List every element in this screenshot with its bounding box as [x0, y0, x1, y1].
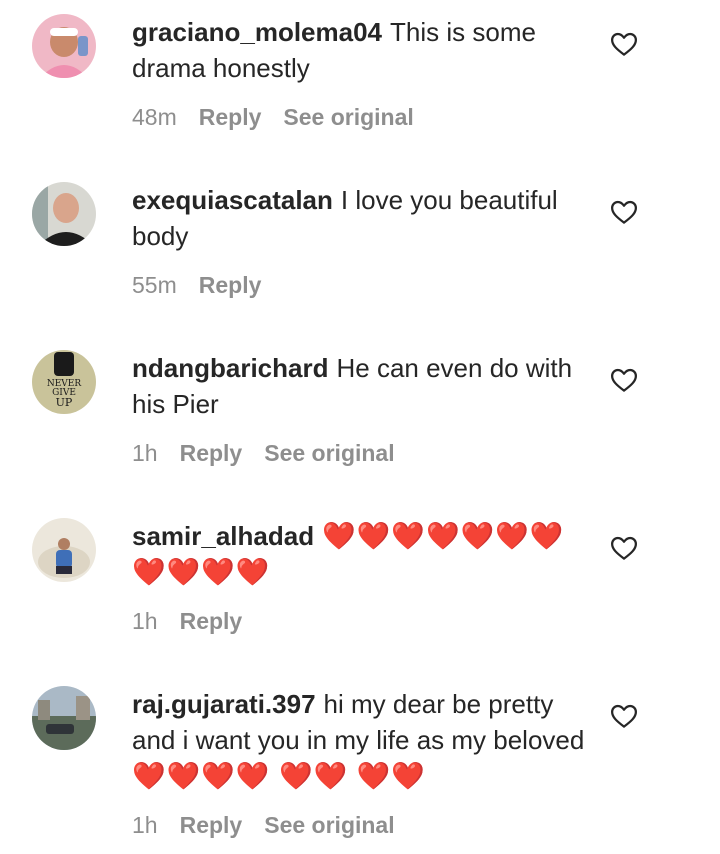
see-original-button[interactable]: See original [264, 812, 394, 838]
user-avatar-icon[interactable] [32, 182, 96, 246]
comment-text: raj.gujarati.397 hi my dear be pretty and… [132, 686, 592, 794]
username[interactable]: graciano_molema04 [132, 17, 382, 47]
see-original-button[interactable]: See original [283, 104, 413, 130]
heart-outline-icon[interactable] [609, 701, 639, 731]
comment-meta: 1h Reply See original [132, 438, 417, 468]
comment-text: ndangbarichard He can even do with his Pi… [132, 350, 592, 422]
heart-outline-icon[interactable] [609, 365, 639, 395]
reply-button[interactable]: Reply [199, 272, 262, 298]
heart-outline-icon[interactable] [609, 29, 639, 59]
comment-meta: 55m Reply [132, 270, 283, 300]
see-original-button[interactable]: See original [264, 440, 394, 466]
username[interactable]: raj.gujarati.397 [132, 689, 316, 719]
avatar-text-line: UP [56, 396, 73, 409]
user-avatar-icon[interactable] [32, 14, 96, 78]
timestamp: 1h [132, 608, 158, 634]
reply-button[interactable]: Reply [180, 608, 243, 634]
comment-meta: 1h Reply [132, 606, 264, 636]
timestamp: 48m [132, 104, 177, 130]
username[interactable]: samir_alhadad [132, 521, 314, 551]
username[interactable]: ndangbarichard [132, 353, 328, 383]
comment-text: graciano_molema04 This is some drama hone… [132, 14, 592, 86]
fist-logo-icon[interactable]: NEVER GIVE UP [32, 350, 96, 414]
comment-text: exequiascatalan I love you beautiful body [132, 182, 592, 254]
comment-meta: 1h Reply See original [132, 810, 417, 840]
user-avatar-icon[interactable] [32, 686, 96, 750]
comment-text: samir_alhadad ❤️❤️❤️❤️❤️❤️❤️ ❤️❤️❤️❤️ [132, 518, 592, 590]
user-avatar-icon[interactable] [32, 518, 96, 582]
timestamp: 1h [132, 812, 158, 838]
comment-meta: 48m Reply See original [132, 102, 436, 132]
heart-outline-icon[interactable] [609, 533, 639, 563]
comment-hearts: ❤️❤️❤️❤️ ❤️❤️ ❤️❤️ [132, 761, 426, 791]
timestamp: 55m [132, 272, 177, 298]
timestamp: 1h [132, 440, 158, 466]
reply-button[interactable]: Reply [180, 440, 243, 466]
reply-button[interactable]: Reply [199, 104, 262, 130]
heart-outline-icon[interactable] [609, 197, 639, 227]
username[interactable]: exequiascatalan [132, 185, 333, 215]
reply-button[interactable]: Reply [180, 812, 243, 838]
